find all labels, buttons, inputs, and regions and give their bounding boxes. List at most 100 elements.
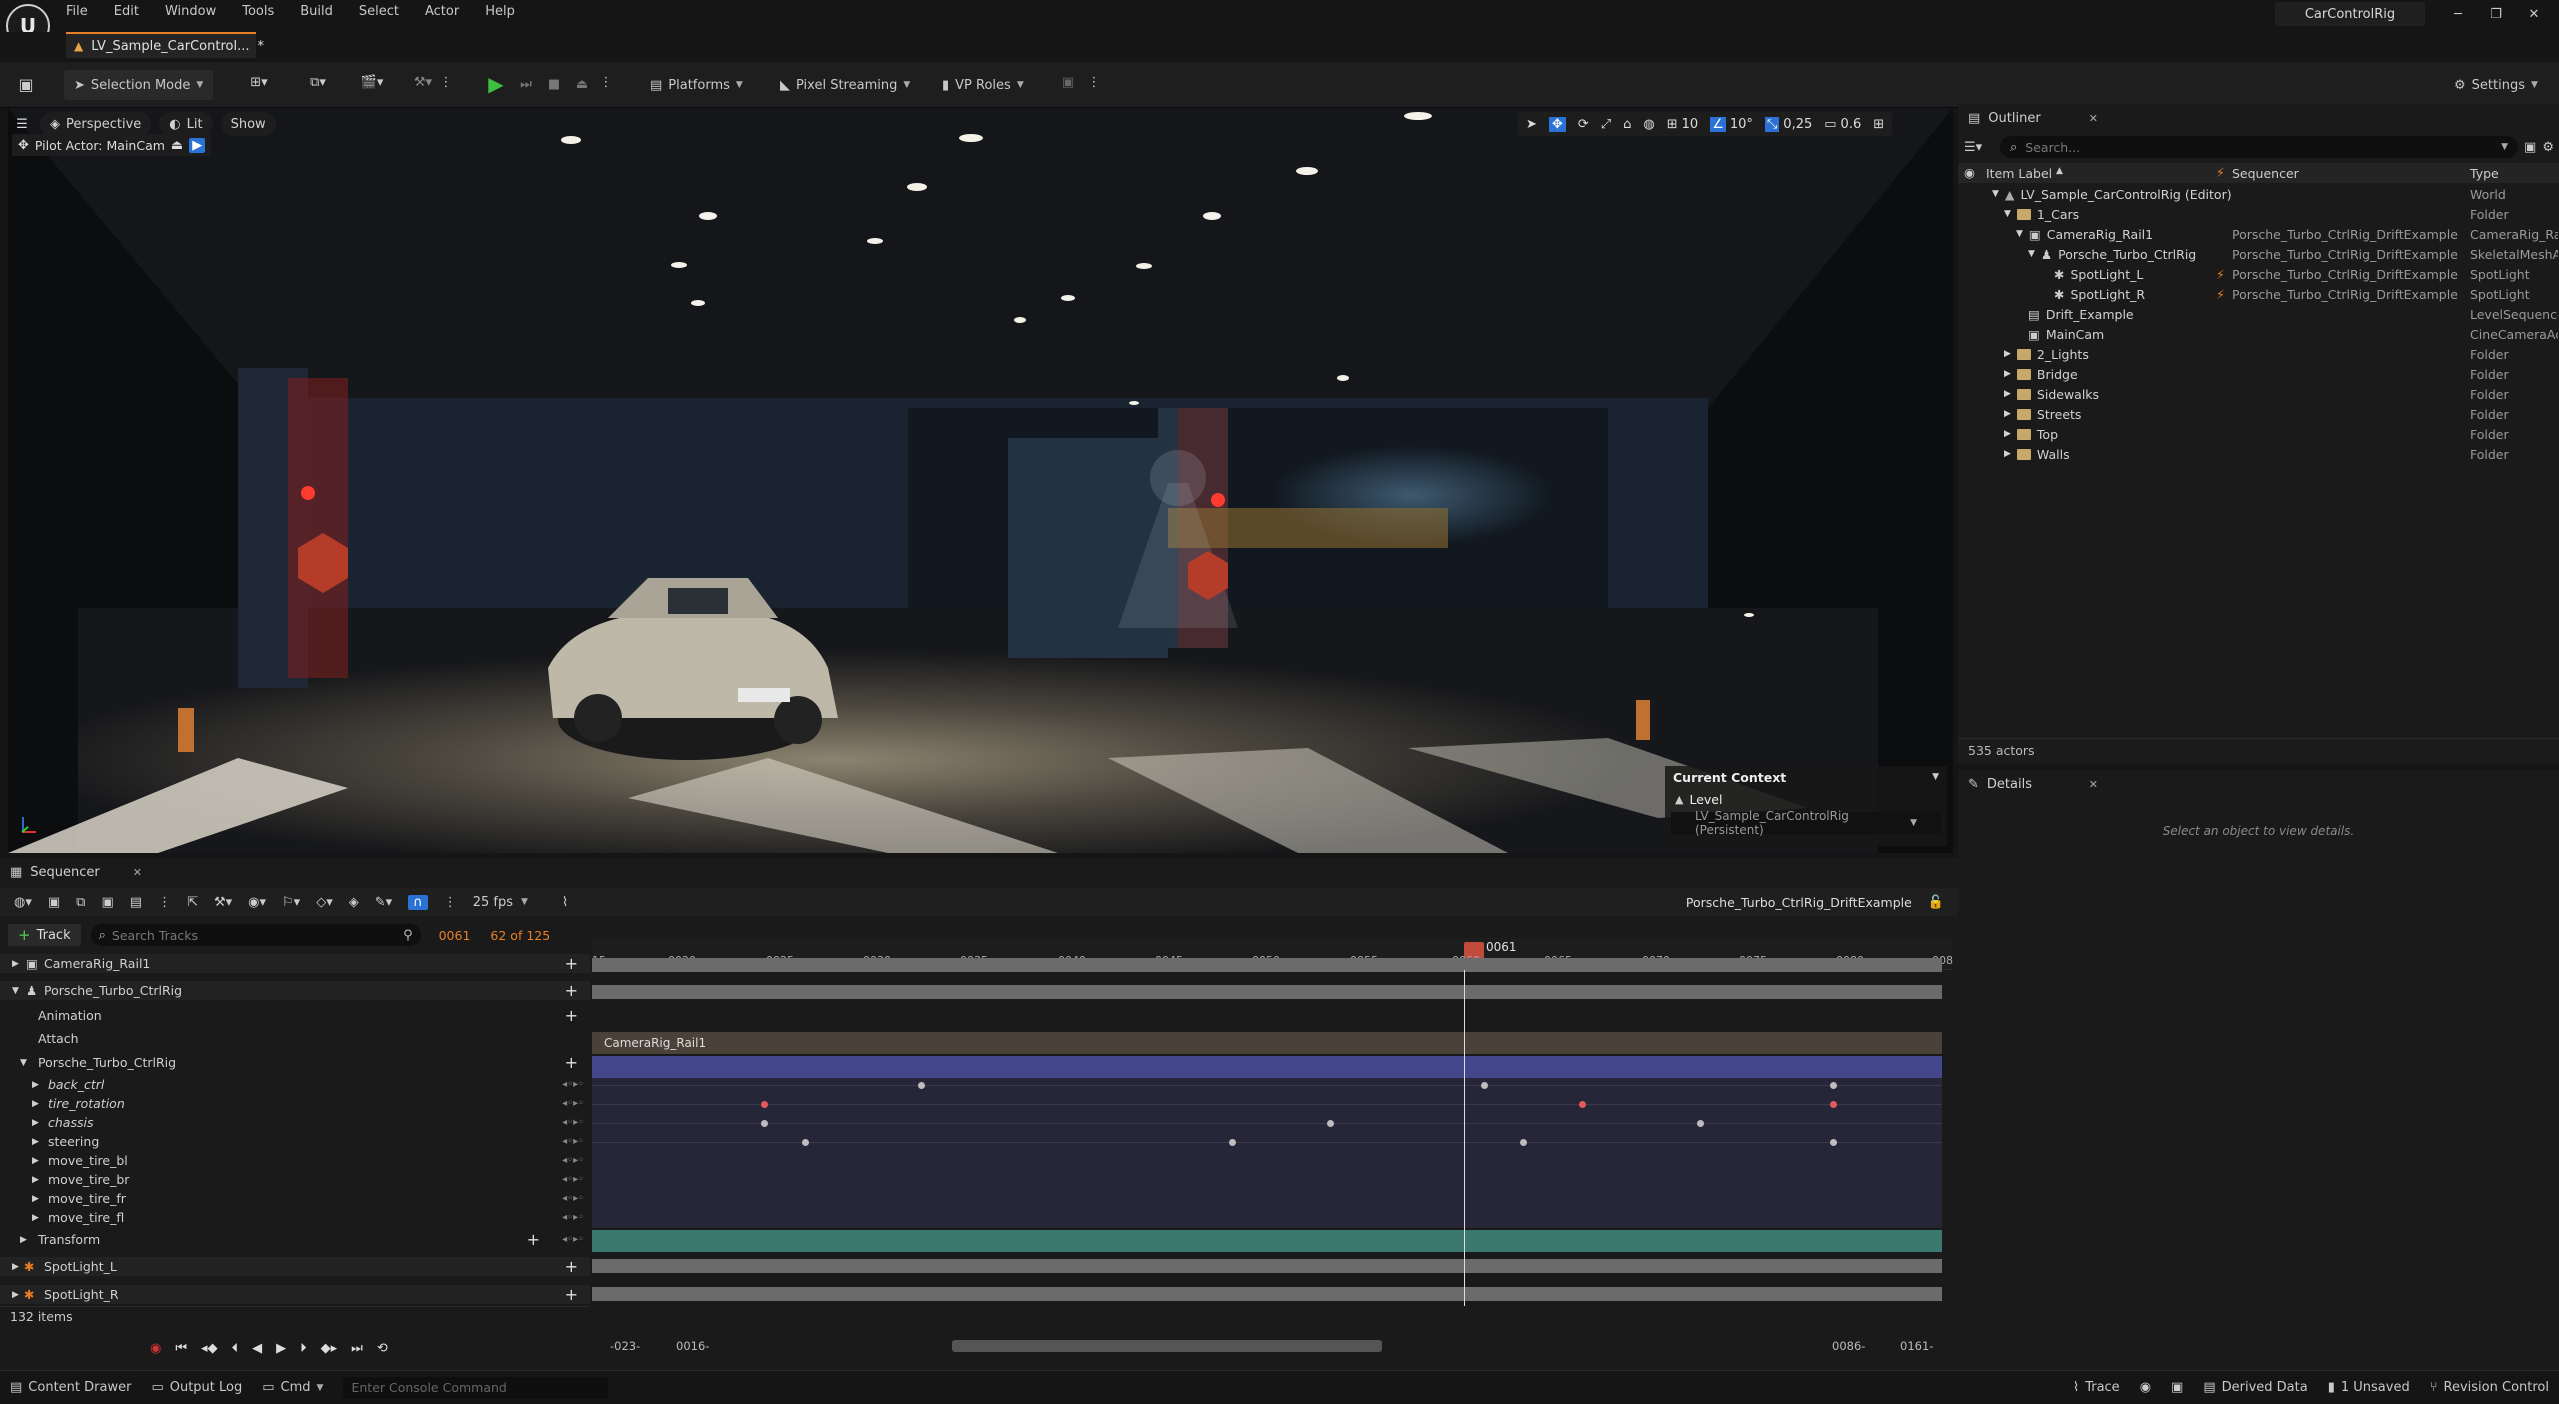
expand-arrow-icon[interactable]: ▶ (2004, 429, 2011, 439)
range-start-in[interactable]: 0016- (676, 1339, 709, 1353)
key-nav-icons[interactable]: ◂◦▸◦ (562, 1117, 584, 1128)
selection-mode-dropdown[interactable]: ➤ Selection Mode ▼ (64, 70, 214, 100)
key-nav-icons[interactable]: ◂◦▸◦ (562, 1155, 584, 1166)
lane-porsche[interactable] (592, 985, 1942, 999)
blueprint-icon[interactable]: ⧉▾ (298, 75, 338, 90)
col-type[interactable]: Type (2470, 166, 2499, 181)
add-actor-icon[interactable]: ⊞▾ (244, 75, 274, 90)
context-level-dropdown[interactable]: LV_Sample_CarControlRig (Persistent) ▼ (1671, 809, 1941, 837)
track-row[interactable]: ▶ move_tire_bl ◂◦▸◦ (0, 1151, 590, 1170)
more-options-icon[interactable]: ⋮ (440, 75, 453, 90)
key-nav-icons[interactable]: ◂◦▸◦ (562, 1079, 584, 1090)
platforms-dropdown[interactable]: ▤ Platforms ▼ (640, 70, 753, 100)
add-icon[interactable]: + (565, 1285, 578, 1304)
lit-button[interactable]: ◐ Lit (159, 112, 213, 136)
key-nav-icons[interactable]: ◂◦▸◦ (562, 1193, 584, 1204)
vp-roles-dropdown[interactable]: ▮ VP Roles ▼ (932, 70, 1034, 100)
menu-build[interactable]: Build (300, 4, 333, 19)
close-icon[interactable]: ✕ (2089, 112, 2098, 125)
snap-more-icon[interactable]: ⋮ (444, 895, 457, 910)
lane-controlrig-channels[interactable] (592, 1078, 1942, 1228)
lane-spotlight-l[interactable] (592, 1259, 1942, 1273)
save-icon[interactable]: ▣ (16, 74, 36, 94)
visibility-eye-icon[interactable]: ◉ (1964, 165, 1975, 180)
console-input[interactable]: Enter Console Command (343, 1376, 609, 1399)
show-button[interactable]: Show (220, 112, 276, 136)
camera-cut-icon[interactable]: ▤ (130, 895, 142, 910)
outliner-tab[interactable]: ▤ Outliner ✕ (1958, 104, 2108, 132)
expand-arrow-icon[interactable]: ▶ (2004, 369, 2011, 379)
play-reverse-icon[interactable]: ◀ (252, 1341, 262, 1356)
add-icon[interactable]: + (565, 981, 578, 1000)
add-icon[interactable]: + (565, 1006, 578, 1025)
track-row[interactable]: ▶ tire_rotation ◂◦▸◦ (0, 1094, 590, 1113)
key-icon[interactable]: ◈ (349, 895, 359, 910)
track-row[interactable]: ▶ move_tire_fr ◂◦▸◦ (0, 1189, 590, 1208)
add-icon[interactable]: + (527, 1230, 540, 1249)
world-local-icon[interactable]: ◍ (1643, 117, 1654, 132)
step-icon[interactable]: ⏭ (514, 72, 538, 96)
tree-row-folder[interactable]: ▶ Streets Folder (1958, 404, 2559, 424)
screenshot-icon[interactable]: ▣ (2171, 1380, 2183, 1395)
col-sequencer[interactable]: Sequencer (2232, 166, 2299, 181)
tree-row-folder[interactable]: ▼ 1_Cars Folder (1958, 204, 2559, 224)
rotate-icon[interactable]: ⟳ (1578, 117, 1589, 132)
tree-row-actor[interactable]: ▣ MainCam CineCameraActor (1958, 324, 2559, 344)
track-row[interactable]: ▶ steering ◂◦▸◦ (0, 1132, 590, 1151)
keyframe[interactable] (1229, 1139, 1236, 1146)
menu-file[interactable]: File (66, 4, 88, 19)
derived-data-button[interactable]: ▤ Derived Data (2203, 1380, 2307, 1395)
content-drawer-button[interactable]: ▤ Content Drawer (10, 1380, 131, 1395)
tree-row-actor[interactable]: ▼ ▣ CameraRig_Rail1 Porsche_Turbo_CtrlRig_… (1958, 224, 2559, 244)
stop-icon[interactable]: ■ (542, 72, 566, 96)
track-row[interactable]: ▶ move_tire_fl ◂◦▸◦ (0, 1208, 590, 1227)
trace-button[interactable]: ⌇ Trace (2073, 1380, 2120, 1395)
play-forward-icon[interactable]: ▶ (276, 1341, 286, 1356)
track-row[interactable]: ▶ ✱ SpotLight_R + (0, 1285, 590, 1304)
outliner-settings-icon[interactable]: ⚙ (2542, 140, 2554, 155)
render-movie-icon[interactable]: ▣ (101, 895, 113, 910)
filter-icon[interactable]: ☰▾ (1964, 140, 1994, 155)
track-row[interactable]: ▶ ▣ CameraRig_Rail1 + (0, 954, 590, 973)
range-end-out[interactable]: 0161- (1900, 1339, 1933, 1353)
keyframe-selected[interactable] (761, 1101, 768, 1108)
key-nav-icons[interactable]: ◂◦▸◦ (562, 1212, 584, 1223)
tree-row-actor[interactable]: ✱ SpotLight_R ⚡ Porsche_Turbo_CtrlRig_Dri… (1958, 284, 2559, 304)
fps-dropdown[interactable]: 25 fps ▼ (473, 895, 528, 910)
expand-arrow-icon[interactable]: ▶ (2004, 409, 2011, 419)
output-log-button[interactable]: ▭ Output Log (151, 1380, 242, 1395)
keyframe[interactable] (1327, 1120, 1334, 1127)
pixel-streaming-dropdown[interactable]: ◣ Pixel Streaming ▼ (770, 70, 920, 100)
revision-control-button[interactable]: ⑂ Revision Control (2430, 1380, 2549, 1395)
camera-icon[interactable]: ▶ (189, 137, 206, 153)
add-icon[interactable]: + (565, 1257, 578, 1276)
modes-icon[interactable]: ⚒▾ (408, 75, 438, 90)
save-as-icon[interactable]: ⧉ (76, 895, 85, 910)
magnet-snap-icon[interactable]: ∩ (408, 894, 428, 910)
expand-arrow-icon[interactable]: ▼ (2028, 249, 2035, 259)
translate-icon[interactable]: ✥ (1548, 116, 1566, 132)
view-options-icon[interactable]: ◉▾ (248, 895, 266, 910)
menu-window[interactable]: Window (165, 4, 216, 19)
keyframe-selected[interactable] (1830, 1101, 1837, 1108)
edit-options-icon[interactable]: ✎▾ (375, 895, 392, 910)
actions-icon[interactable]: ⚒▾ (214, 895, 232, 910)
track-row[interactable]: ▼ ♟ Porsche_Turbo_CtrlRig + (0, 981, 590, 1000)
scale-snap[interactable]: ⤡ 0,25 (1764, 116, 1812, 132)
chevron-down-icon[interactable]: ▼ (1932, 772, 1939, 782)
tree-row-actor[interactable]: ▼ ♟ Porsche_Turbo_CtrlRig Porsche_Turbo_Ct… (1958, 244, 2559, 264)
key-nav-icons[interactable]: ◂◦▸◦ (562, 1136, 584, 1147)
keyframe[interactable] (1481, 1082, 1488, 1089)
close-window-icon[interactable]: ✕ (2524, 4, 2544, 24)
track-row[interactable]: ▶ back_ctrl ◂◦▸◦ (0, 1075, 590, 1094)
expand-arrow-icon[interactable]: ▶ (2004, 389, 2011, 399)
menu-select[interactable]: Select (359, 4, 399, 19)
snap-settings-icon[interactable]: ⇱ (187, 895, 198, 910)
details-tab[interactable]: ✎ Details ✕ (1958, 770, 2108, 798)
step-back-icon[interactable]: ⏴ (232, 1341, 239, 1356)
expand-arrow-icon[interactable]: ▼ (2004, 209, 2011, 219)
grid-snap[interactable]: ⊞ 10 (1667, 117, 1698, 132)
expand-arrow-icon[interactable]: ▼ (2016, 229, 2023, 239)
close-icon[interactable]: ✕ (2089, 778, 2098, 791)
tree-row-folder[interactable]: ▶ Sidewalks Folder (1958, 384, 2559, 404)
